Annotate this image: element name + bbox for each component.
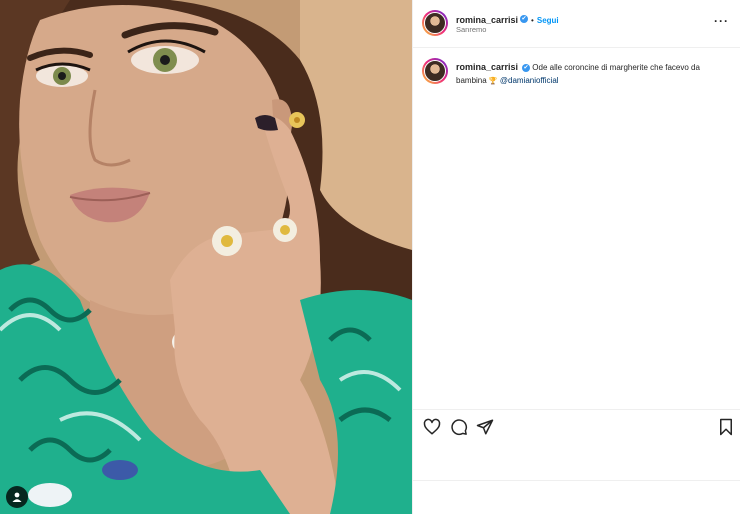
post-location[interactable]: Sanremo: [456, 25, 486, 34]
comment-icon: [451, 419, 468, 436]
paper-plane-icon: [476, 419, 494, 435]
caption-avatar[interactable]: [422, 58, 448, 84]
author-avatar[interactable]: [422, 10, 448, 36]
heart-icon: [423, 418, 441, 435]
instagram-post: romina_carrisi ✔ • Segui Sanremo ··· romina…: [0, 0, 740, 514]
bookmark-icon: [720, 418, 732, 436]
share-button[interactable]: [476, 418, 494, 436]
user-tag-icon: [12, 492, 22, 502]
post-actions-bar: [413, 409, 740, 443]
divider: [413, 480, 740, 481]
more-options-button[interactable]: ···: [714, 14, 729, 28]
comment-button[interactable]: [450, 418, 468, 436]
separator-dot: •: [531, 16, 534, 25]
selfie-image: [0, 0, 412, 514]
verified-badge-icon: ✔: [520, 14, 529, 23]
author-username[interactable]: romina_carrisi: [456, 15, 518, 25]
post-photo[interactable]: [0, 0, 412, 514]
caption-mention-link[interactable]: @damianiofficial: [500, 76, 559, 85]
verified-badge-icon: ✔: [522, 63, 531, 72]
caption-username[interactable]: romina_carrisi: [456, 62, 518, 72]
follow-button[interactable]: Segui: [537, 16, 559, 25]
post-caption: romina_carrisi ✔ Ode alle coroncine di ma…: [456, 61, 731, 88]
like-button[interactable]: [423, 418, 441, 436]
post-header: romina_carrisi ✔ • Segui Sanremo ···: [413, 0, 740, 48]
save-button[interactable]: [717, 418, 735, 436]
user-tag-button[interactable]: [6, 486, 28, 508]
trophy-emoji-icon: 🏆: [488, 78, 498, 85]
post-side-panel: romina_carrisi ✔ • Segui Sanremo ··· romina…: [412, 0, 740, 514]
